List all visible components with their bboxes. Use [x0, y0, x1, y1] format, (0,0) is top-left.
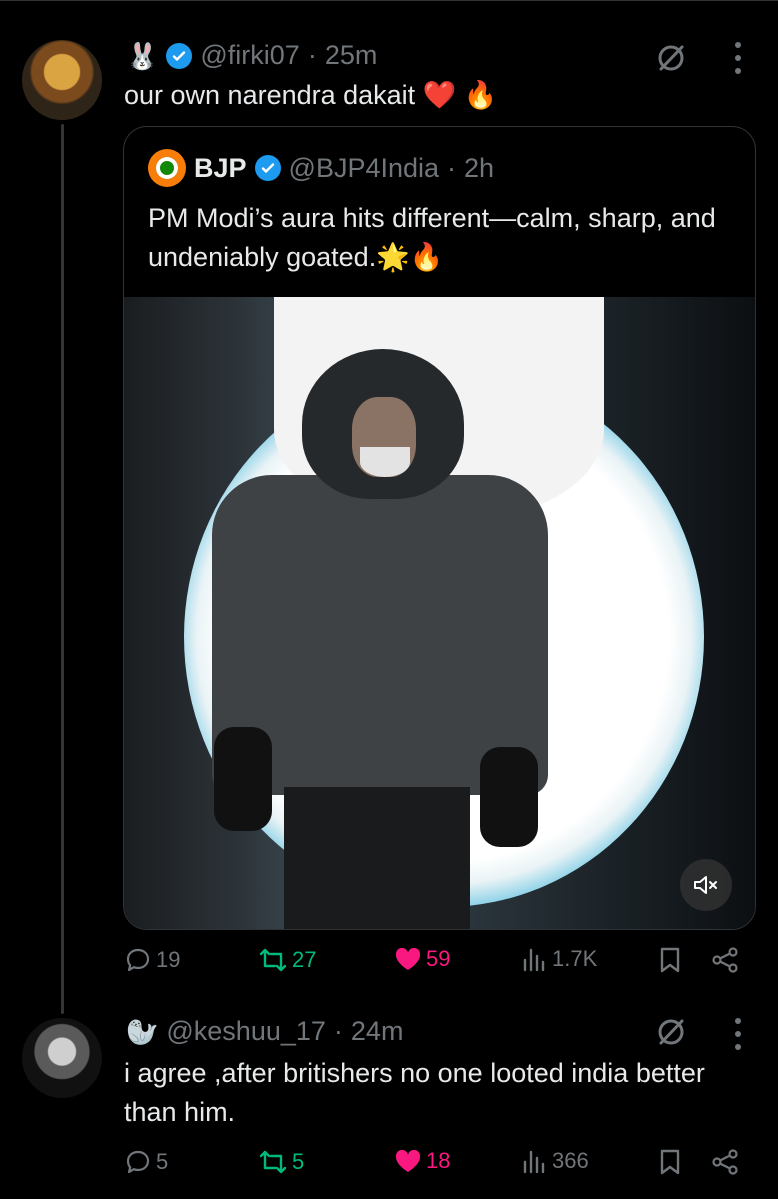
grok-icon[interactable]	[655, 42, 687, 74]
reply-text: our own narendra dakait ❤️ 🔥	[124, 80, 498, 110]
analytics-icon	[523, 1150, 545, 1174]
share-icon	[712, 947, 738, 973]
reply-header: 🦭 @keshuu_17 · 24m	[126, 1016, 403, 1047]
share-button[interactable]	[710, 946, 740, 974]
thread-connector-line	[61, 124, 64, 1014]
user-handle[interactable]: @keshuu_17	[166, 1016, 326, 1047]
quoted-post-time[interactable]: 2h	[464, 153, 494, 184]
repost-count: 27	[292, 947, 317, 972]
separator-dot: ·	[307, 40, 317, 70]
video-figure-glove	[480, 747, 538, 847]
reply-icon	[126, 948, 150, 972]
seal-emoji-icon: 🦭	[126, 1016, 159, 1047]
post-time[interactable]: 24m	[351, 1016, 404, 1047]
share-icon	[712, 1149, 738, 1175]
like-button[interactable]: 59	[394, 946, 450, 972]
reply-text: i agree ,after britishers no one looted …	[124, 1058, 705, 1127]
action-bar: 19 27 59 1.7K	[124, 946, 744, 982]
share-button[interactable]	[710, 1148, 740, 1176]
heart-filled-icon	[395, 1149, 421, 1172]
video-player[interactable]	[124, 297, 755, 929]
more-options-icon[interactable]	[733, 1018, 743, 1050]
bookmark-icon	[660, 1149, 680, 1175]
action-bar: 5 5 18 366	[124, 1148, 744, 1184]
video-figure-legs	[284, 787, 470, 929]
reply-count: 19	[156, 947, 181, 972]
user-handle[interactable]: @firki07	[200, 40, 299, 71]
views-count: 1.7K	[552, 946, 598, 971]
repost-icon	[259, 1150, 287, 1174]
views-count: 366	[552, 1148, 589, 1173]
grok-icon[interactable]	[655, 1016, 687, 1048]
analytics-icon	[523, 948, 545, 972]
quoted-author-handle[interactable]: @BJP4India	[289, 153, 440, 184]
separator-dot: ·	[333, 1016, 343, 1046]
quoted-post-text: PM Modi’s aura hits different—calm, shar…	[148, 203, 716, 272]
reply-button[interactable]: 19	[124, 946, 180, 974]
avatar[interactable]	[22, 1018, 102, 1098]
quoted-author-name[interactable]: BJP	[194, 153, 247, 184]
like-button[interactable]: 18	[394, 1148, 450, 1174]
like-count: 59	[426, 946, 451, 971]
avatar[interactable]	[22, 40, 102, 120]
bookmark-button[interactable]	[658, 1148, 682, 1176]
bjp-logo-avatar[interactable]	[148, 149, 186, 187]
verified-badge-icon	[166, 42, 193, 69]
reply-button[interactable]: 5	[124, 1148, 168, 1176]
repost-count: 5	[292, 1149, 305, 1174]
top-divider	[0, 0, 778, 1]
bookmark-button[interactable]	[658, 946, 682, 974]
views-button[interactable]: 366	[522, 1148, 589, 1174]
repost-icon	[259, 948, 287, 972]
bookmark-icon	[660, 947, 680, 973]
reply-header: 🐰 @firki07 · 25m	[126, 40, 377, 71]
video-figure-beard	[360, 447, 410, 477]
post-time[interactable]: 25m	[325, 40, 378, 71]
heart-filled-icon	[395, 947, 421, 970]
quoted-post-header: BJP @BJP4India · 2h	[148, 149, 494, 187]
reply-count: 5	[156, 1149, 169, 1174]
repost-button[interactable]: 27	[258, 946, 316, 974]
rabbit-emoji-icon: 🐰	[126, 40, 159, 71]
video-figure-glove	[214, 727, 272, 831]
views-button[interactable]: 1.7K	[522, 946, 597, 972]
repost-button[interactable]: 5	[258, 1148, 304, 1176]
separator-dot: ·	[447, 152, 457, 183]
reply-icon	[126, 1150, 150, 1174]
speaker-mute-icon[interactable]	[680, 859, 732, 911]
like-count: 18	[426, 1148, 451, 1173]
quoted-post[interactable]: BJP @BJP4India · 2h PM Modi’s aura hits …	[123, 126, 756, 930]
verified-badge-icon	[254, 155, 281, 181]
more-options-icon[interactable]	[733, 42, 743, 74]
